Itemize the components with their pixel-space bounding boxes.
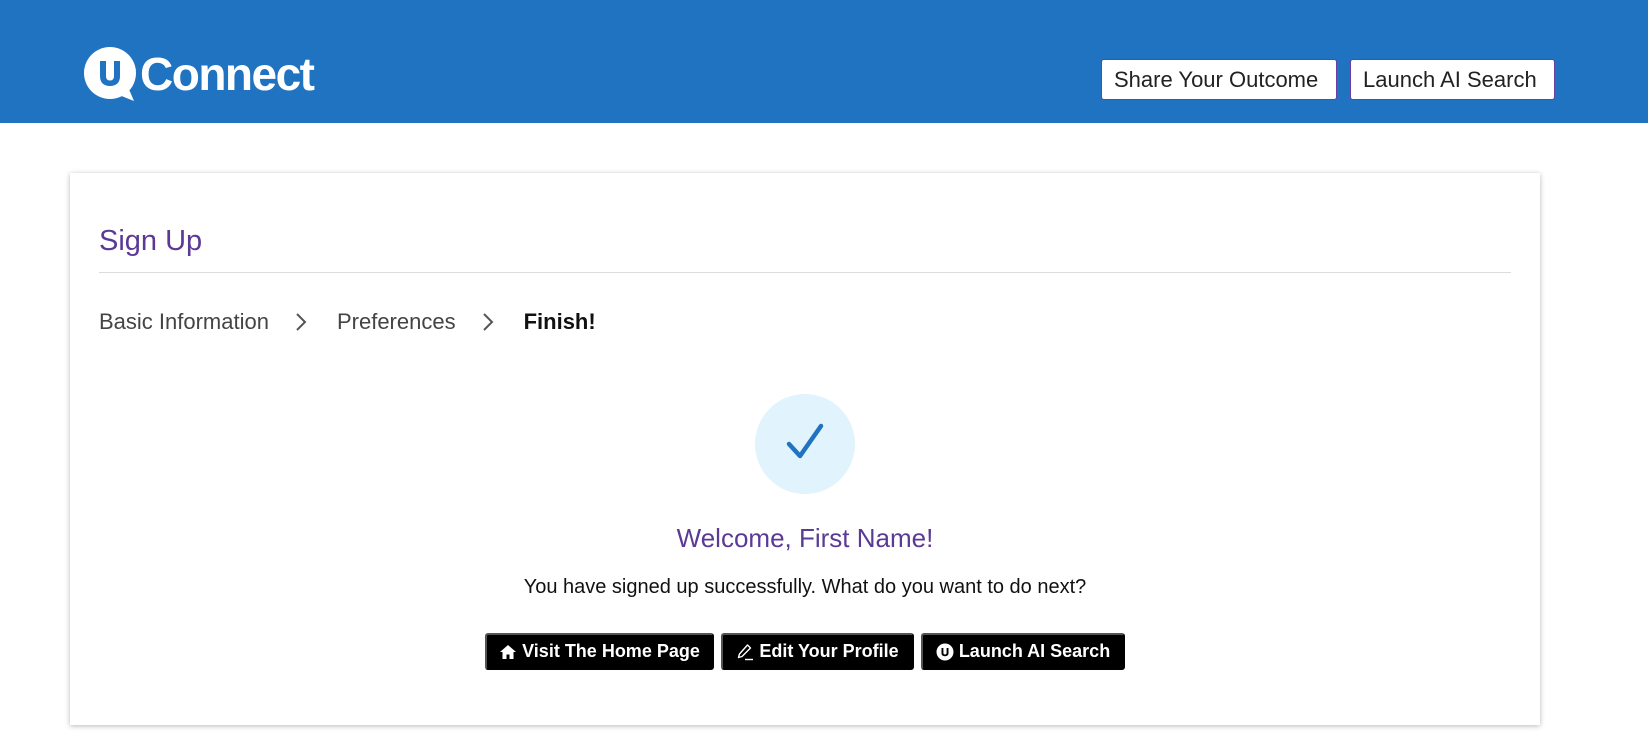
page-title: Sign Up — [99, 225, 203, 257]
signup-card: Sign Up Basic Information Preferences Fi… — [70, 173, 1540, 725]
step-basic-information[interactable]: Basic Information — [99, 309, 269, 335]
success-message: You have signed up successfully. What do… — [523, 576, 1087, 598]
visit-home-page-label: Visit The Home Page — [522, 641, 700, 661]
welcome-heading: Welcome, First Name! — [676, 523, 934, 553]
pencil-icon — [736, 643, 754, 661]
title-divider — [99, 272, 1511, 273]
logo-wordmark: Connect — [140, 48, 315, 100]
edit-profile-label: Edit Your Profile — [759, 641, 899, 661]
launch-ai-search-header-button[interactable]: Launch AI Search — [1350, 59, 1555, 100]
uconnect-logo-icon — [84, 47, 138, 101]
home-icon — [499, 643, 517, 661]
launch-ai-search-button[interactable]: Launch AI Search — [921, 633, 1125, 670]
success-badge — [755, 394, 855, 494]
visit-home-page-button[interactable]: Visit The Home Page — [485, 633, 714, 670]
next-actions: Visit The Home Page Edit Your Profile La… — [485, 633, 1125, 670]
top-header: Connect Share Your Outcome Launch AI Sea… — [0, 0, 1648, 123]
chevron-right-icon — [291, 312, 311, 332]
signup-steps-breadcrumb: Basic Information Preferences Finish! — [99, 309, 596, 335]
share-your-outcome-button[interactable]: Share Your Outcome — [1101, 59, 1337, 100]
uconnect-logo-icon — [936, 643, 954, 661]
step-preferences[interactable]: Preferences — [337, 309, 456, 335]
step-finish: Finish! — [523, 309, 596, 334]
chevron-right-icon — [478, 312, 498, 332]
uconnect-logo[interactable]: Connect — [84, 46, 315, 102]
check-icon — [783, 420, 827, 469]
launch-ai-search-label: Launch AI Search — [958, 641, 1111, 661]
edit-profile-button[interactable]: Edit Your Profile — [721, 633, 914, 670]
